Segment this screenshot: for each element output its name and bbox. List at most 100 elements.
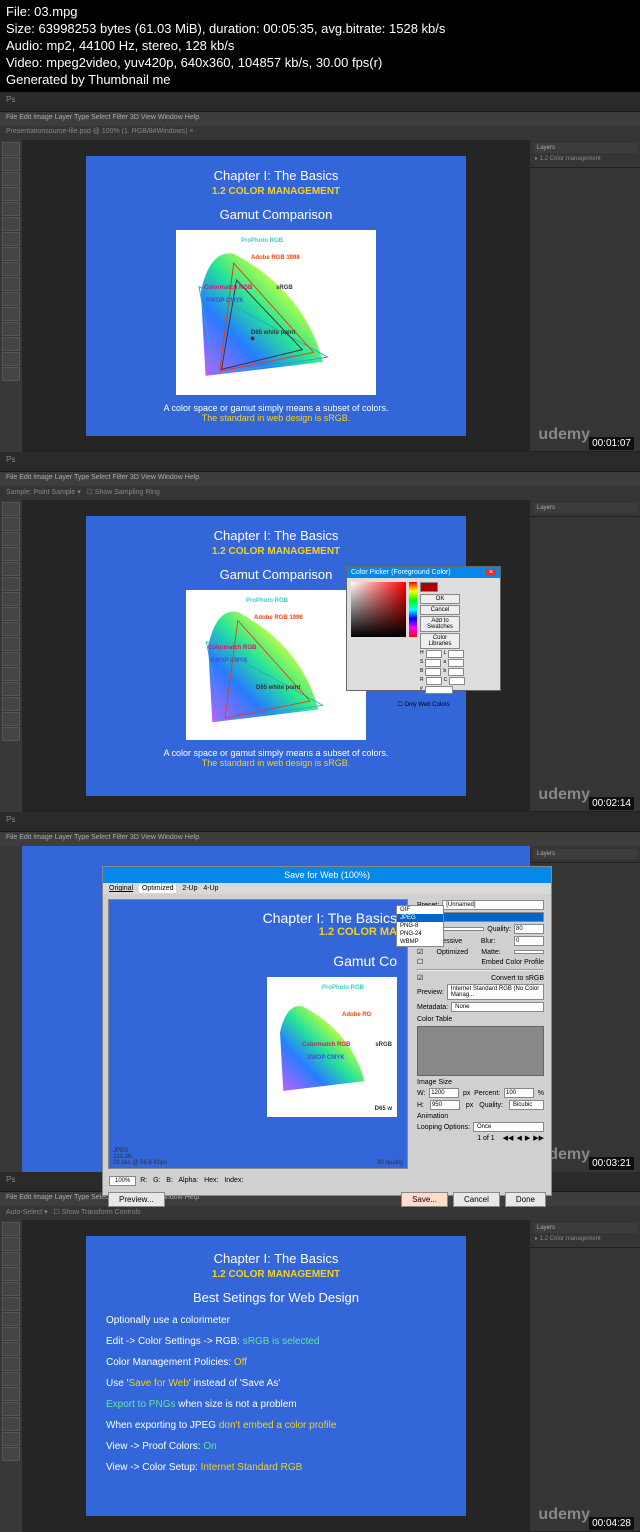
format-dropdown[interactable]: GIF JPEG PNG-8 PNG-24 WBMP [396,905,444,947]
tool-icon[interactable] [2,667,20,681]
ps-tools-panel[interactable] [0,1220,22,1532]
stamp-tool-icon[interactable] [2,247,20,261]
tool-icon[interactable] [2,1267,20,1281]
l-input[interactable] [448,650,464,658]
brush-tool-icon[interactable] [2,232,20,246]
tab-2up[interactable]: 2-Up [182,885,197,892]
resample-select[interactable]: Bicubic [509,1100,544,1110]
color-picker-dialog[interactable]: Color Picker (Foreground Color)× OK Canc… [346,566,501,691]
cancel-button[interactable]: Cancel [453,1192,500,1207]
crop-tool-icon[interactable] [2,202,20,216]
add-swatches-button[interactable]: Add to Swatches [420,616,460,632]
preview-select[interactable]: Internet Standard RGB (No Color Manag... [447,984,544,1000]
tool-icon[interactable] [2,592,20,606]
anim-back-icon[interactable]: ◀ [516,1134,521,1142]
tool-icon[interactable] [2,1417,20,1431]
color-picker-titlebar[interactable]: Color Picker (Foreground Color)× [347,567,500,578]
layer-item[interactable]: ▸ 1.2 Color management [533,1233,637,1244]
save-for-web-dialog[interactable]: Save for Web (100%) Original Optimized 2… [102,866,552,1196]
ps-canvas[interactable]: Save for Web (100%) Original Optimized 2… [22,846,530,1172]
gradient-tool-icon[interactable] [2,277,20,291]
tool-icon[interactable] [2,1387,20,1401]
dd-png8[interactable]: PNG-8 [397,922,443,930]
layers-tab[interactable]: Layers [533,503,637,513]
ps-tools-panel[interactable] [0,140,22,452]
r-input[interactable] [426,677,442,685]
zoom-tool-icon[interactable] [2,352,20,366]
dd-wbmp[interactable]: WBMP [397,938,443,946]
done-button[interactable]: Done [505,1192,546,1207]
ps-options-bar[interactable]: Sample: Point Sample ▾ ☐ Show Sampling R… [0,486,640,500]
ps-canvas[interactable]: Chapter I: The Basics 1.2 COLOR MANAGEME… [22,140,530,452]
marquee-tool-icon[interactable] [2,157,20,171]
anim-fwd-icon[interactable]: ▶ [525,1134,530,1142]
sfw-titlebar[interactable]: Save for Web (100%) [103,867,551,883]
anim-prev-icon[interactable]: ◀◀ [503,1134,514,1142]
embed-check[interactable]: ☐ [417,958,423,966]
hue-slider[interactable] [409,582,417,637]
c-input[interactable] [449,677,465,685]
tool-icon[interactable] [2,1402,20,1416]
tool-icon[interactable] [2,1327,20,1341]
tool-icon[interactable] [2,502,20,516]
layers-tab[interactable]: Layers [533,1223,637,1233]
loop-select[interactable]: Once [473,1122,544,1132]
width-input[interactable]: 1200 [429,1088,459,1098]
wand-tool-icon[interactable] [2,187,20,201]
preview-button[interactable]: Preview... [108,1192,165,1207]
ps-canvas[interactable]: Chapter I: The Basics 1.2 COLOR MANAGEME… [22,500,530,812]
tool-icon[interactable] [2,1342,20,1356]
tool-icon[interactable] [2,532,20,546]
tool-icon[interactable] [2,1372,20,1386]
tool-icon[interactable] [2,1297,20,1311]
ps-options-bar[interactable]: Presentationsource-file.psd @ 100% (1. R… [0,126,640,140]
tool-icon[interactable] [2,622,20,636]
tool-icon[interactable] [2,712,20,726]
dd-gif[interactable]: GIF [397,906,443,914]
tool-icon[interactable] [2,562,20,576]
tool-icon[interactable] [2,1447,20,1461]
tool-icon[interactable] [2,607,20,621]
tool-icon[interactable] [2,1252,20,1266]
height-input[interactable]: 950 [430,1100,460,1110]
tool-icon[interactable] [2,637,20,651]
metadata-select[interactable]: None [451,1002,544,1012]
save-button[interactable]: Save... [401,1192,448,1207]
tool-icon[interactable] [2,577,20,591]
tool-icon[interactable] [2,652,20,666]
dd-jpeg[interactable]: JPEG [397,914,443,922]
tool-icon[interactable] [2,1312,20,1326]
tab-4up[interactable]: 4-Up [203,885,218,892]
color-swatch-icon[interactable] [2,367,20,381]
quality-input[interactable]: 80 [514,924,544,934]
s-input[interactable] [425,659,441,667]
tool-icon[interactable] [2,1222,20,1236]
color-table[interactable] [417,1026,544,1076]
blur-input[interactable]: 0 [514,936,544,946]
percent-input[interactable]: 100 [504,1088,534,1098]
ps-panels[interactable]: Layers [530,500,640,812]
ps-canvas[interactable]: Chapter I: The Basics 1.2 COLOR MANAGEME… [22,1220,530,1532]
color-field[interactable] [351,582,406,637]
preset-select[interactable]: [Unnamed] [442,900,544,910]
tool-icon[interactable] [2,682,20,696]
ps-tools-panel[interactable] [0,846,22,1172]
optimized-check[interactable]: ☑ [417,948,423,956]
ps-menubar[interactable]: File Edit Image Layer Type Select Filter… [0,472,640,486]
lasso-tool-icon[interactable] [2,172,20,186]
b-input[interactable] [425,668,441,676]
sfw-preview-area[interactable]: Chapter I: The Basics 1.2 COLOR MA Gamut… [108,899,408,1169]
tool-icon[interactable] [2,1237,20,1251]
shape-tool-icon[interactable] [2,322,20,336]
hand-tool-icon[interactable] [2,337,20,351]
tool-icon[interactable] [2,1282,20,1296]
move-tool-icon[interactable] [2,142,20,156]
tool-icon[interactable] [2,517,20,531]
cancel-button[interactable]: Cancel [420,605,460,615]
layers-tab[interactable]: Layers [533,849,637,859]
ps-tools-panel[interactable] [0,500,22,812]
tab-optimized[interactable]: Optimized [139,884,177,893]
ps-panels[interactable]: Layers▸ 1.2 Color management [530,1220,640,1532]
tab-original[interactable]: Original [109,885,133,892]
ps-panels[interactable]: Layers▸ 1.2 Color management [530,140,640,452]
